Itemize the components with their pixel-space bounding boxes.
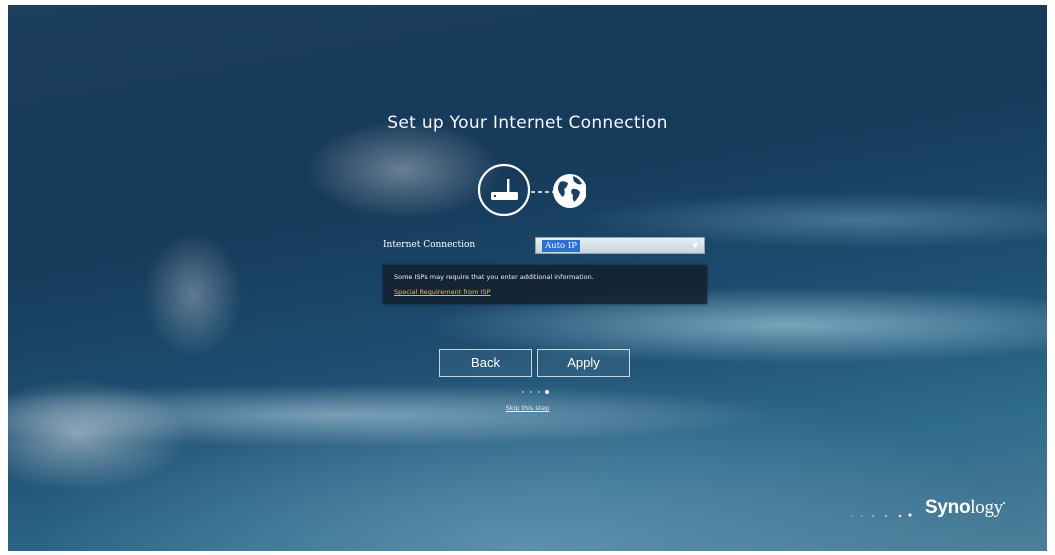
globe-icon [553,174,586,208]
internet-connection-select[interactable]: Auto IP ▼ [535,237,705,254]
select-value: Auto IP [542,240,580,252]
logo-decoration [851,513,912,518]
connection-illustration [477,163,586,217]
apply-button[interactable]: Apply [537,349,630,377]
internet-connection-label: Internet Connection [383,240,476,250]
router-icon [477,163,531,217]
step-dot-current [545,390,549,394]
internet-connection-row: Internet Connection Auto IP ▼ [383,237,707,257]
step-dot [530,391,532,393]
chevron-down-icon: ▼ [692,242,698,250]
isp-info-text: Some ISPs may require that you enter add… [394,273,594,281]
step-dot [522,391,524,393]
page-title: Set up Your Internet Connection [387,113,668,133]
step-dot [538,391,540,393]
synology-logo: Synology• [925,497,1006,518]
special-requirement-link[interactable]: Special Requirement from ISP [394,288,491,296]
isp-info-box: Some ISPs may require that you enter add… [383,265,707,304]
back-button[interactable]: Back [439,349,532,377]
step-indicator [518,389,558,397]
setup-wizard-screen: Set up Your Internet Connection Internet… [8,5,1047,551]
skip-step-link[interactable]: Skip this step [8,404,1047,412]
